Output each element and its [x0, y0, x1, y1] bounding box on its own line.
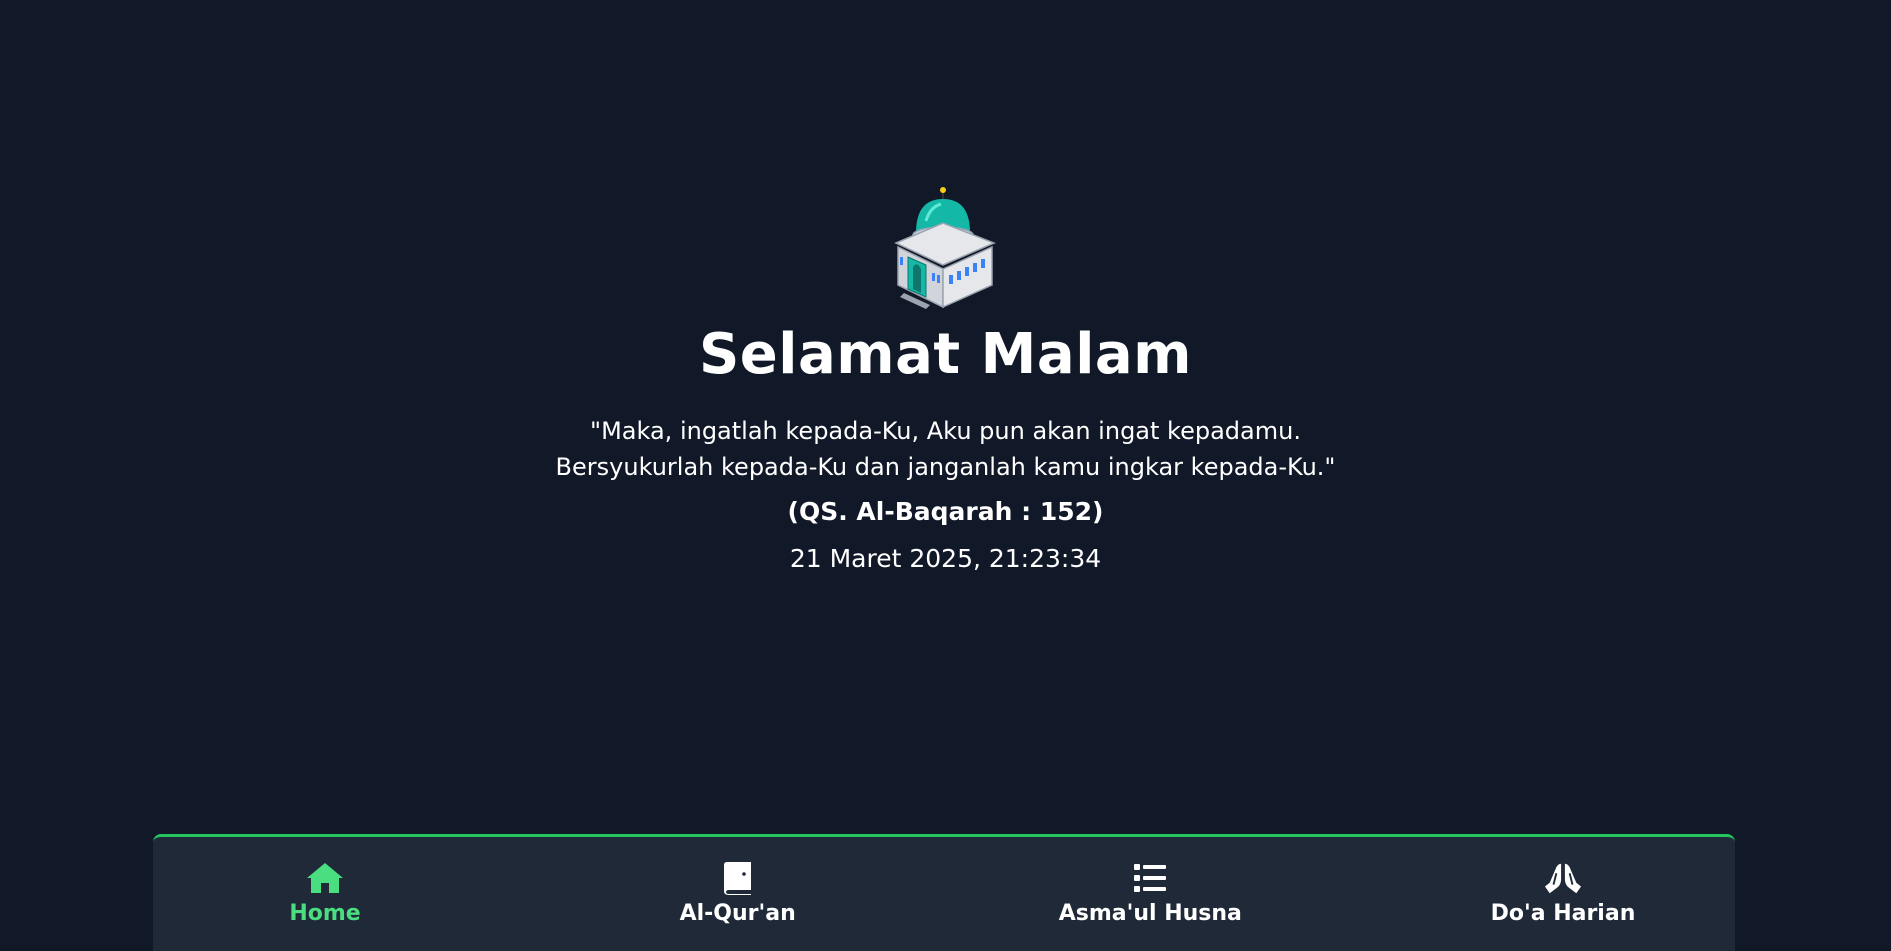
list-icon — [1131, 861, 1169, 895]
quran-book-icon — [719, 861, 757, 895]
bottom-navbar: Home Al-Qur'an Asma'ul Husna Do'a Harian — [153, 834, 1735, 951]
quote-source: (QS. Al-Baqarah : 152) — [787, 497, 1104, 527]
home-icon — [306, 861, 344, 895]
quote-text: "Maka, ingatlah kepada-Ku, Aku pun akan … — [496, 413, 1396, 485]
nav-item-doa-harian[interactable]: Do'a Harian — [1483, 837, 1643, 951]
nav-label-home: Home — [289, 901, 361, 926]
nav-item-al-quran[interactable]: Al-Qur'an — [658, 837, 818, 951]
nav-label-asmaul-husna: Asma'ul Husna — [1058, 901, 1242, 926]
hero-section: Selamat Malam "Maka, ingatlah kepada-Ku,… — [0, 185, 1891, 573]
mosque-icon — [893, 187, 996, 309]
greeting-title: Selamat Malam — [698, 322, 1193, 387]
quote-line-2: Bersyukurlah kepada-Ku dan janganlah kam… — [555, 453, 1336, 482]
nav-item-asmaul-husna[interactable]: Asma'ul Husna — [1059, 837, 1242, 951]
nav-item-home[interactable]: Home — [245, 837, 405, 951]
praying-hands-icon — [1544, 861, 1582, 895]
home-page: Selamat Malam "Maka, ingatlah kepada-Ku,… — [0, 0, 1891, 951]
nav-label-doa-harian: Do'a Harian — [1490, 901, 1636, 926]
nav-label-al-quran: Al-Qur'an — [679, 901, 796, 926]
quote-line-1: "Maka, ingatlah kepada-Ku, Aku pun akan … — [590, 417, 1301, 446]
current-datetime: 21 Maret 2025, 21:23:34 — [789, 544, 1102, 574]
